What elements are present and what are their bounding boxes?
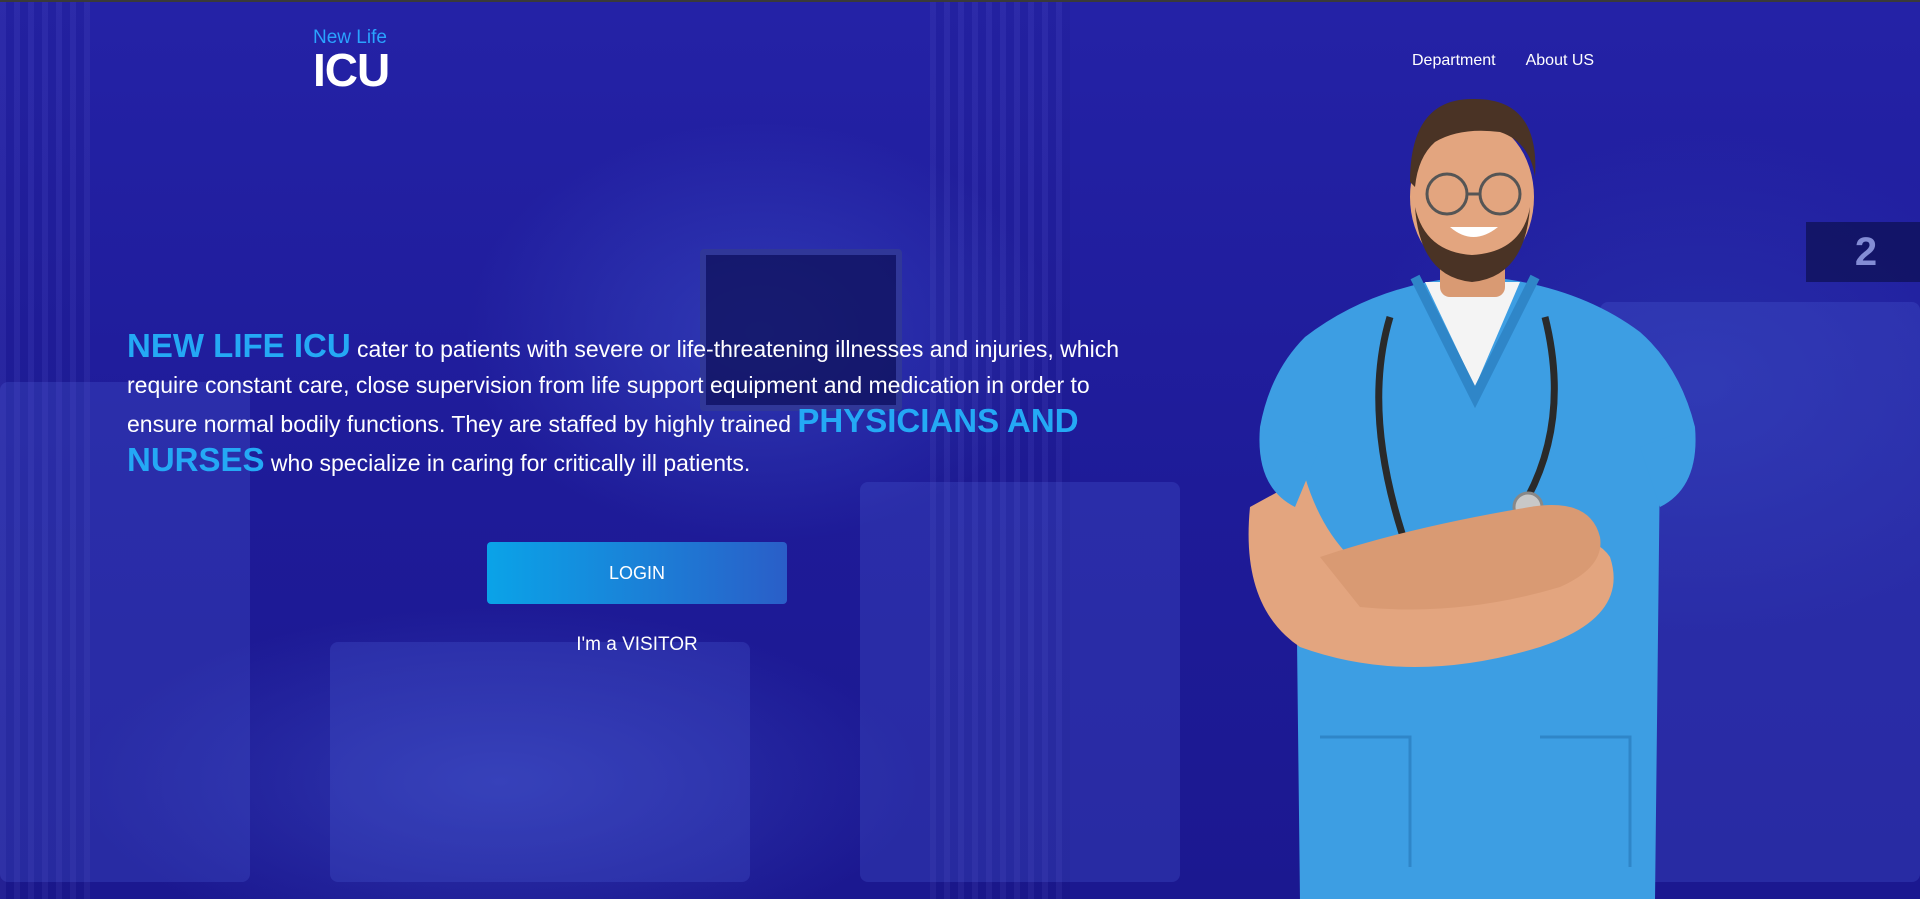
doctor-illustration <box>1248 98 1696 899</box>
background-figure <box>860 482 1180 882</box>
landing-page: 2 New Life ICU Department About US NEW L… <box>0 0 1920 899</box>
hospital-bed-shape <box>330 642 750 882</box>
site-logo[interactable]: New Life ICU <box>313 28 390 96</box>
hero-text-part-2: who specialize in caring for critically … <box>264 450 751 476</box>
hero-brand-highlight: NEW LIFE ICU <box>127 327 351 364</box>
hero-description: NEW LIFE ICU cater to patients with seve… <box>127 328 1157 481</box>
visitor-link[interactable]: I'm a VISITOR <box>487 634 787 656</box>
nav-department-link[interactable]: Department <box>1412 52 1496 70</box>
login-button[interactable]: LOGIN <box>487 542 787 604</box>
ward-sign: 2 <box>1806 222 1920 282</box>
nav-about-us-link[interactable]: About US <box>1526 52 1594 70</box>
main-nav: Department About US <box>1412 52 1594 70</box>
logo-wordmark: ICU <box>313 44 390 96</box>
